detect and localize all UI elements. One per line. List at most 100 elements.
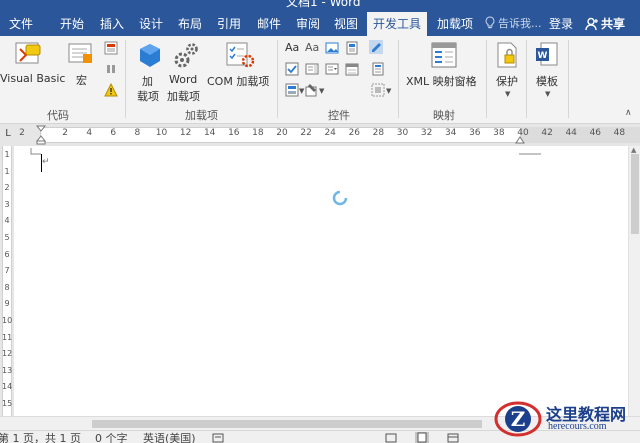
- chevron-down-icon[interactable]: ▼: [299, 87, 304, 95]
- store-cube-icon: [140, 44, 160, 67]
- vertical-ruler-tick-label: 2: [4, 183, 10, 193]
- group-separator: [526, 40, 527, 118]
- tab-selector[interactable]: L: [1, 126, 15, 142]
- vertical-ruler-tick-label: 1: [4, 150, 10, 159]
- horizontal-ruler[interactable]: L 2 2 4 6 8 10 12 14 16 18 20 22 24 26 28 30 32 34 36 38 40 4…: [0, 124, 640, 146]
- ruler-tick-label: 42: [541, 128, 553, 138]
- xml-mapping-pane-label: XML 映射窗格: [406, 75, 477, 88]
- tab-addins[interactable]: 加载项: [437, 12, 473, 36]
- tab-view[interactable]: 视图: [334, 12, 358, 36]
- print-layout-icon[interactable]: [415, 432, 429, 443]
- ruler-tick-label: 12: [179, 128, 192, 138]
- ruler-tick-label: 24: [324, 128, 336, 138]
- ruler-tick-label: 36: [469, 128, 481, 138]
- tell-me-box[interactable]: 告诉我...: [485, 12, 542, 36]
- loading-spinner-icon: [332, 190, 348, 206]
- vertical-ruler-tick-label: 1: [4, 166, 10, 176]
- vertical-ruler-tick-label: 10: [2, 316, 13, 325]
- tab-mailings[interactable]: 邮件: [257, 12, 281, 36]
- share-label: 共享: [601, 17, 626, 31]
- picture-control-icon[interactable]: [325, 41, 339, 55]
- tab-layout[interactable]: 布局: [178, 12, 202, 36]
- ruler-tick-label: 2: [62, 128, 68, 138]
- ruler-tick-label: 20: [276, 128, 288, 138]
- group-label-controls: 控件: [328, 109, 350, 122]
- ruler-tick-label: 8: [134, 128, 141, 138]
- ruler-tick-label: 14: [203, 128, 216, 138]
- record-macro-icon[interactable]: [104, 41, 118, 55]
- document-template-icon: W: [536, 42, 558, 66]
- collapse-ribbon-icon[interactable]: ∧: [625, 108, 632, 118]
- legacy-tools-icon[interactable]: [305, 83, 319, 97]
- tab-references[interactable]: 引用: [217, 12, 241, 36]
- visual-basic-icon: [15, 42, 41, 64]
- drop-down-list-control-icon[interactable]: [325, 62, 339, 76]
- visual-basic-label: Visual Basic: [0, 72, 66, 85]
- proofing-icon[interactable]: [212, 433, 224, 443]
- ruler-tick-label: 10: [155, 128, 168, 138]
- chevron-down-icon[interactable]: ▼: [319, 87, 324, 95]
- ruler-tick-label: 38: [493, 128, 505, 138]
- protect-label: 保护: [496, 75, 518, 88]
- ruler-tick-label: 6: [110, 128, 117, 138]
- word-window: 文档1 - Word 文件 开始 插入 设计 布局 引用 邮件 审阅 视图 开发…: [0, 0, 640, 443]
- plain-text-control-icon[interactable]: Aa: [305, 41, 319, 55]
- tab-file[interactable]: 文件: [9, 12, 33, 36]
- site-watermark: Z 这里教程网 herecours.com: [492, 399, 640, 439]
- scroll-up-icon[interactable]: ▲: [631, 146, 636, 154]
- scroll-thumb[interactable]: [92, 420, 482, 428]
- vertical-ruler-tick-label: 14: [2, 382, 13, 392]
- group-separator: [125, 40, 126, 118]
- com-addins-label: COM 加载项: [207, 75, 270, 88]
- ruler-tick-label: 16: [228, 128, 240, 138]
- tab-review[interactable]: 审阅: [296, 12, 320, 36]
- vertical-ruler-tick-label: 15: [2, 399, 13, 408]
- vertical-ruler-tick-label: 8: [4, 282, 10, 292]
- vertical-scrollbar[interactable]: ▲: [628, 146, 640, 416]
- design-mode-icon[interactable]: [369, 40, 383, 54]
- indent-marker-icon[interactable]: [36, 125, 46, 145]
- properties-icon[interactable]: [371, 62, 385, 76]
- login-button[interactable]: 登录: [549, 12, 573, 36]
- addins-label-line2: 载项: [137, 90, 159, 103]
- ruler-tick-label: 30: [396, 128, 409, 138]
- vertical-ruler-tick-label: 12: [2, 349, 13, 359]
- page-count[interactable]: 第 1 页，共 1 页: [0, 432, 81, 443]
- checkbox-control-icon[interactable]: [285, 62, 299, 76]
- ruler-tick-label: 18: [252, 128, 264, 138]
- building-block-control-icon[interactable]: [345, 41, 359, 55]
- templates-label: 模板: [536, 75, 558, 88]
- combo-box-control-icon[interactable]: [305, 62, 319, 76]
- word-count[interactable]: 0 个字: [95, 432, 128, 443]
- tab-design[interactable]: 设计: [139, 12, 163, 36]
- share-button[interactable]: 共享: [585, 12, 625, 36]
- tab-insert[interactable]: 插入: [100, 12, 124, 36]
- word-addins-label-line1: Word: [169, 73, 198, 86]
- web-layout-icon[interactable]: [447, 433, 459, 443]
- ribbon-tab-bar: 文件 开始 插入 设计 布局 引用 邮件 审阅 视图 开发工具 加载项 告诉我.…: [0, 12, 640, 36]
- vertical-ruler[interactable]: 1 1 2 3 4 5 6 7 8 9 10 11 12 13 14 15: [0, 146, 14, 418]
- group-label-mapping: 映射: [433, 109, 455, 122]
- chevron-down-icon[interactable]: ▼: [386, 87, 391, 95]
- ribbon-panel: Visual Basic 宏 代码 加 载项 Word 加载项 COM 加载项 …: [0, 36, 640, 124]
- macro-security-icon[interactable]: [104, 83, 118, 97]
- tab-developer[interactable]: 开发工具: [367, 12, 428, 36]
- vertical-ruler-tick-label: 5: [4, 233, 10, 242]
- ruler-tick-label: 48: [613, 128, 626, 138]
- document-page[interactable]: ↵: [14, 146, 628, 416]
- pause-recording-icon[interactable]: [104, 62, 118, 76]
- group-controls-icon[interactable]: [371, 83, 385, 97]
- read-mode-icon[interactable]: [385, 433, 397, 443]
- lightbulb-icon: [485, 16, 495, 29]
- watermark-url: herecours.com: [548, 421, 607, 432]
- vertical-ruler-tick-label: 3: [4, 199, 10, 209]
- repeating-section-control-icon[interactable]: [285, 83, 299, 97]
- tab-home[interactable]: 开始: [60, 12, 84, 36]
- language-indicator[interactable]: 英语(美国): [143, 432, 196, 443]
- addins-label-line1: 加: [142, 75, 153, 88]
- scroll-thumb[interactable]: [631, 154, 639, 234]
- person-icon: [585, 17, 598, 31]
- rich-text-control-icon[interactable]: Aa: [285, 41, 299, 55]
- date-picker-control-icon[interactable]: [345, 62, 359, 76]
- gears-icon: [174, 43, 198, 68]
